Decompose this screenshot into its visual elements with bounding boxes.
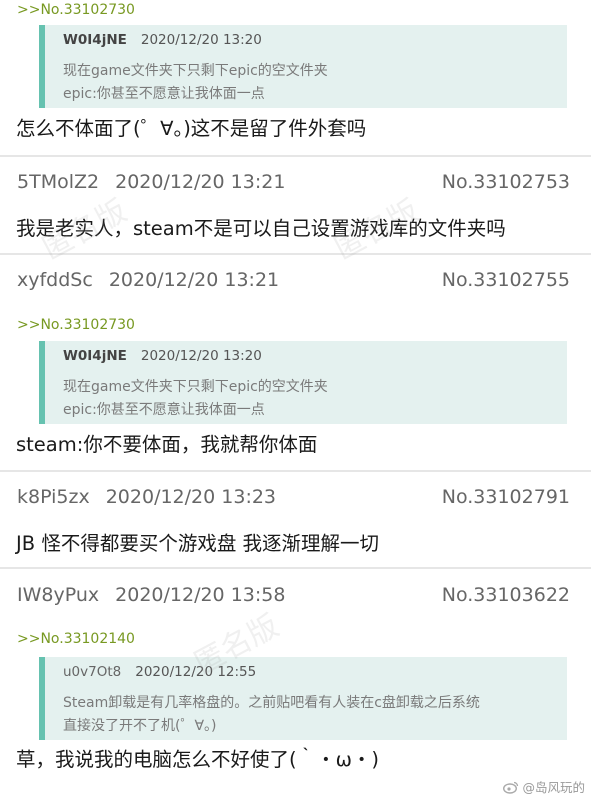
post-timestamp: 2020/12/20 13:23 <box>105 486 277 508</box>
post-2: xyfddSc 2020/12/20 13:21 No.33102755 >>No… <box>0 255 591 470</box>
quote-timestamp: 2020/12/20 13:20 <box>140 32 262 48</box>
quote-line: epic:你甚至不愿意让我体面一点 <box>63 402 265 418</box>
quote-line: 现在game文件夹下只剩下epic的空文件夹 <box>63 379 328 395</box>
post-timestamp: 2020/12/20 13:21 <box>115 171 286 193</box>
credit-text: @岛风玩的 <box>522 780 585 795</box>
reply-reference-link[interactable]: >>No.33102730 <box>17 317 135 333</box>
quote-line: 直接没了开不了机(゜∀。) <box>63 718 217 734</box>
post-number[interactable]: No.33102755 <box>442 269 570 291</box>
post-divider <box>0 155 591 157</box>
quote-block: W0I4jNE 2020/12/20 13:20 现在game文件夹下只剩下epi… <box>39 25 567 108</box>
post-0: >>No.33102730 W0I4jNE 2020/12/20 13:20 现在… <box>0 0 591 152</box>
post-body: JB 怪不得都要买个游戏盘 我逐渐理解一切 <box>16 532 380 555</box>
quote-block: W0I4jNE 2020/12/20 13:20 现在game文件夹下只剩下epi… <box>39 341 567 424</box>
post-user-id[interactable]: k8Pi5zx <box>17 486 90 508</box>
post-body: 我是老实人，steam不是可以自己设置游戏库的文件夹吗 <box>16 217 506 240</box>
post-user-id[interactable]: 5TMolZ2 <box>17 171 99 193</box>
quote-block: u0v7Ot8 2020/12/20 12:55 Steam卸载是有几率格盘的。之… <box>39 657 567 740</box>
quote-header: W0I4jNE 2020/12/20 13:20 <box>63 32 262 48</box>
post-meta: 5TMolZ2 2020/12/20 13:21 <box>17 171 285 193</box>
post-timestamp: 2020/12/20 13:21 <box>108 269 280 291</box>
post-user-id[interactable]: xyfddSc <box>17 269 93 291</box>
reply-reference-link[interactable]: >>No.33102140 <box>17 631 135 647</box>
post-meta: k8Pi5zx 2020/12/20 13:23 <box>17 486 276 508</box>
quote-timestamp: 2020/12/20 13:20 <box>140 348 262 364</box>
weibo-icon <box>503 781 519 794</box>
reply-reference-link[interactable]: >>No.33102730 <box>17 2 135 18</box>
post-4: IW8yPux 2020/12/20 13:58 No.33103622 >>No… <box>0 569 591 800</box>
quote-header: u0v7Ot8 2020/12/20 12:55 <box>63 664 256 680</box>
post-body: steam:你不要体面，我就帮你体面 <box>16 433 318 456</box>
post-body: 草，我说我的电脑怎么不好使了(｀・ω・) <box>16 748 380 771</box>
quote-user-id[interactable]: u0v7Ot8 <box>63 664 121 680</box>
post-user-id[interactable]: IW8yPux <box>17 584 99 606</box>
quote-line: 现在game文件夹下只剩下epic的空文件夹 <box>63 63 328 79</box>
quote-header: W0I4jNE 2020/12/20 13:20 <box>63 348 262 364</box>
source-credit: @岛风玩的 <box>503 777 585 796</box>
quote-line: Steam卸载是有几率格盘的。之前贴吧看有人装在c盘卸载之后系统 <box>63 695 480 711</box>
post-3: k8Pi5zx 2020/12/20 13:23 No.33102791 JB 怪… <box>0 472 591 568</box>
quote-user-id[interactable]: W0I4jNE <box>63 32 127 48</box>
post-meta: xyfddSc 2020/12/20 13:21 <box>17 269 279 291</box>
quote-user-id[interactable]: W0I4jNE <box>63 348 127 364</box>
post-number[interactable]: No.33103622 <box>442 584 570 606</box>
post-number[interactable]: No.33102753 <box>442 171 570 193</box>
post-number[interactable]: No.33102791 <box>442 486 570 508</box>
quote-line: epic:你甚至不愿意让我体面一点 <box>63 86 265 102</box>
post-1: 5TMolZ2 2020/12/20 13:21 No.33102753 我是老实… <box>0 158 591 254</box>
quote-timestamp: 2020/12/20 12:55 <box>135 664 257 680</box>
post-timestamp: 2020/12/20 13:58 <box>115 584 286 606</box>
post-body: 怎么不体面了(゜∀。)这不是留了件外套吗 <box>16 117 367 140</box>
post-meta: IW8yPux 2020/12/20 13:58 <box>17 584 285 606</box>
